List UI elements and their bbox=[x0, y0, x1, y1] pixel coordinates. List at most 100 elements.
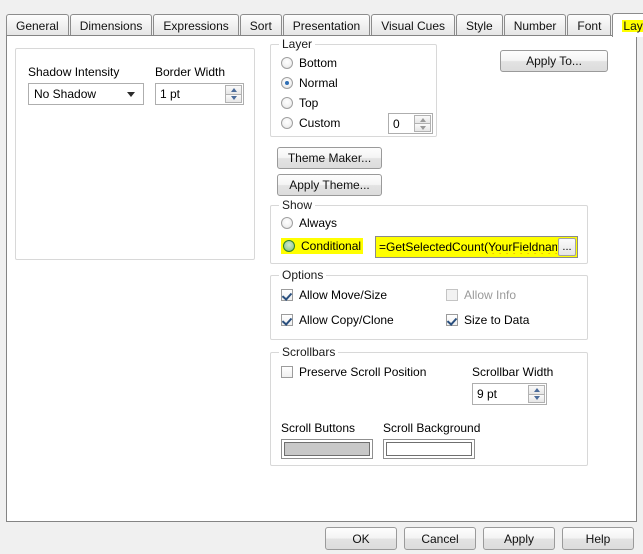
shadow-intensity-select[interactable]: No Shadow bbox=[28, 83, 144, 105]
border-width-value: 1 pt bbox=[160, 87, 181, 101]
radio-show-conditional[interactable]: Conditional bbox=[281, 238, 364, 254]
ellipsis-icon: ... bbox=[562, 241, 572, 253]
radio-dot-icon bbox=[283, 240, 295, 252]
tab-style[interactable]: Style bbox=[456, 14, 503, 36]
radio-label: Normal bbox=[299, 76, 338, 90]
theme-maker-button[interactable]: Theme Maker... bbox=[277, 147, 382, 169]
border-width-input[interactable]: 1 pt bbox=[155, 83, 244, 105]
apply-to-button[interactable]: Apply To... bbox=[500, 50, 608, 72]
cancel-label: Cancel bbox=[421, 531, 459, 546]
apply-to-label: Apply To... bbox=[526, 54, 582, 68]
stepper-up-button[interactable] bbox=[225, 85, 242, 94]
checkbox-label: Allow Copy/Clone bbox=[299, 313, 394, 327]
layer-custom-value: 0 bbox=[393, 116, 400, 131]
tab-label: Expressions bbox=[163, 18, 229, 33]
apply-button[interactable]: Apply bbox=[483, 527, 555, 550]
shadow-intensity-value: No Shadow bbox=[34, 87, 97, 101]
scrollbars-group: Scrollbars Preserve Scroll Position Scro… bbox=[270, 345, 588, 466]
ok-button[interactable]: OK bbox=[325, 527, 397, 550]
radio-dot-icon bbox=[281, 217, 293, 229]
checkbox-icon bbox=[446, 314, 458, 326]
stepper-up-button[interactable] bbox=[528, 385, 545, 394]
help-label: Help bbox=[585, 531, 611, 546]
tab-label: General bbox=[16, 18, 59, 33]
tab-label: Visual Cues bbox=[381, 18, 446, 33]
dialog-footer: OK Cancel Apply Help bbox=[0, 522, 643, 554]
scroll-background-color-swatch[interactable] bbox=[383, 439, 475, 459]
triangle-up-icon bbox=[230, 87, 237, 92]
radio-label: Top bbox=[299, 96, 319, 110]
checkbox-preserve-scroll-position[interactable]: Preserve Scroll Position bbox=[281, 365, 426, 379]
radio-dot-icon bbox=[281, 97, 293, 109]
tab-number[interactable]: Number bbox=[503, 14, 567, 36]
radio-label: Bottom bbox=[299, 56, 338, 70]
tab-label: Layout bbox=[622, 19, 643, 32]
help-button[interactable]: Help bbox=[562, 527, 634, 550]
triangle-up-icon bbox=[419, 117, 426, 122]
triangle-up-icon bbox=[533, 387, 540, 392]
apply-theme-label: Apply Theme... bbox=[289, 178, 370, 192]
checkbox-label: Size to Data bbox=[464, 313, 530, 327]
tab-layout[interactable]: Layout bbox=[612, 13, 643, 37]
radio-label: Always bbox=[299, 216, 338, 230]
tab-visual-cues[interactable]: Visual Cues bbox=[371, 14, 456, 36]
tab-expressions[interactable]: Expressions bbox=[153, 14, 239, 36]
layer-custom-input[interactable]: 0 bbox=[388, 113, 433, 134]
stepper-down-button[interactable] bbox=[225, 93, 242, 103]
radio-layer-normal[interactable]: Normal bbox=[281, 76, 338, 90]
conditional-expression-value[interactable]: =GetSelectedCount(YourFieldnam bbox=[376, 240, 557, 254]
scrollbar-width-label: Scrollbar Width bbox=[472, 365, 554, 379]
radio-layer-custom[interactable]: Custom bbox=[281, 116, 340, 130]
options-group: Options Allow Move/Size Allow Info Allow… bbox=[270, 268, 588, 340]
scroll-background-label: Scroll Background bbox=[383, 421, 481, 435]
triangle-down-icon bbox=[419, 125, 426, 130]
radio-label: Custom bbox=[299, 116, 341, 130]
radio-dot-icon bbox=[281, 57, 293, 69]
expression-editor-button[interactable]: ... bbox=[558, 238, 576, 256]
stepper-down-button[interactable] bbox=[528, 393, 545, 403]
triangle-down-icon bbox=[533, 396, 540, 401]
radio-dot-icon bbox=[281, 77, 293, 89]
tab-dimensions[interactable]: Dimensions bbox=[69, 14, 153, 36]
tab-label: Number bbox=[513, 18, 557, 33]
apply-theme-button[interactable]: Apply Theme... bbox=[277, 174, 382, 196]
conditional-expression-field[interactable]: =GetSelectedCount(YourFieldnam ... bbox=[375, 236, 578, 258]
radio-label: Conditional bbox=[301, 239, 362, 253]
options-group-title: Options bbox=[279, 268, 327, 282]
tab-sort[interactable]: Sort bbox=[239, 14, 282, 36]
layer-custom-stepper[interactable] bbox=[414, 115, 431, 132]
checkbox-label: Allow Info bbox=[464, 288, 517, 302]
checkbox-size-to-data[interactable]: Size to Data bbox=[446, 313, 529, 327]
stepper-up-button[interactable] bbox=[414, 115, 431, 123]
cancel-button[interactable]: Cancel bbox=[404, 527, 476, 550]
radio-layer-bottom[interactable]: Bottom bbox=[281, 56, 337, 70]
expression-prefix: =GetSelectedCount( bbox=[379, 240, 489, 254]
checkbox-allow-copy-clone[interactable]: Allow Copy/Clone bbox=[281, 313, 394, 327]
theme-maker-label: Theme Maker... bbox=[287, 151, 372, 165]
checkbox-allow-move-size[interactable]: Allow Move/Size bbox=[281, 288, 387, 302]
checkbox-icon bbox=[281, 314, 293, 326]
color-fill bbox=[386, 442, 472, 456]
tab-strip: General Dimensions Expressions Sort Pres… bbox=[6, 12, 643, 37]
tab-general[interactable]: General bbox=[6, 14, 69, 36]
stepper-down-button[interactable] bbox=[414, 123, 431, 132]
scrollbar-width-stepper[interactable] bbox=[528, 385, 545, 403]
radio-layer-top[interactable]: Top bbox=[281, 96, 318, 110]
layout-tab-panel: Shadow Intensity No Shadow Border Width … bbox=[6, 35, 637, 522]
shadow-border-group: Shadow Intensity No Shadow Border Width … bbox=[15, 48, 255, 260]
tab-label: Sort bbox=[249, 18, 272, 33]
apply-label: Apply bbox=[503, 531, 535, 546]
scroll-buttons-color-swatch[interactable] bbox=[281, 439, 373, 459]
scrollbars-group-title: Scrollbars bbox=[279, 345, 339, 359]
tab-font[interactable]: Font bbox=[567, 14, 612, 36]
chevron-down-icon bbox=[127, 92, 135, 97]
checkbox-icon bbox=[281, 366, 293, 378]
tab-label: Dimensions bbox=[79, 18, 143, 33]
tab-label: Style bbox=[466, 18, 493, 33]
radio-show-always[interactable]: Always bbox=[281, 216, 337, 230]
tab-presentation[interactable]: Presentation bbox=[282, 14, 371, 36]
scrollbar-width-input[interactable]: 9 pt bbox=[472, 383, 547, 405]
expression-fieldname: YourFieldnam bbox=[488, 240, 557, 254]
border-width-stepper[interactable] bbox=[225, 85, 242, 103]
scrollbar-width-value: 9 pt bbox=[477, 387, 498, 401]
